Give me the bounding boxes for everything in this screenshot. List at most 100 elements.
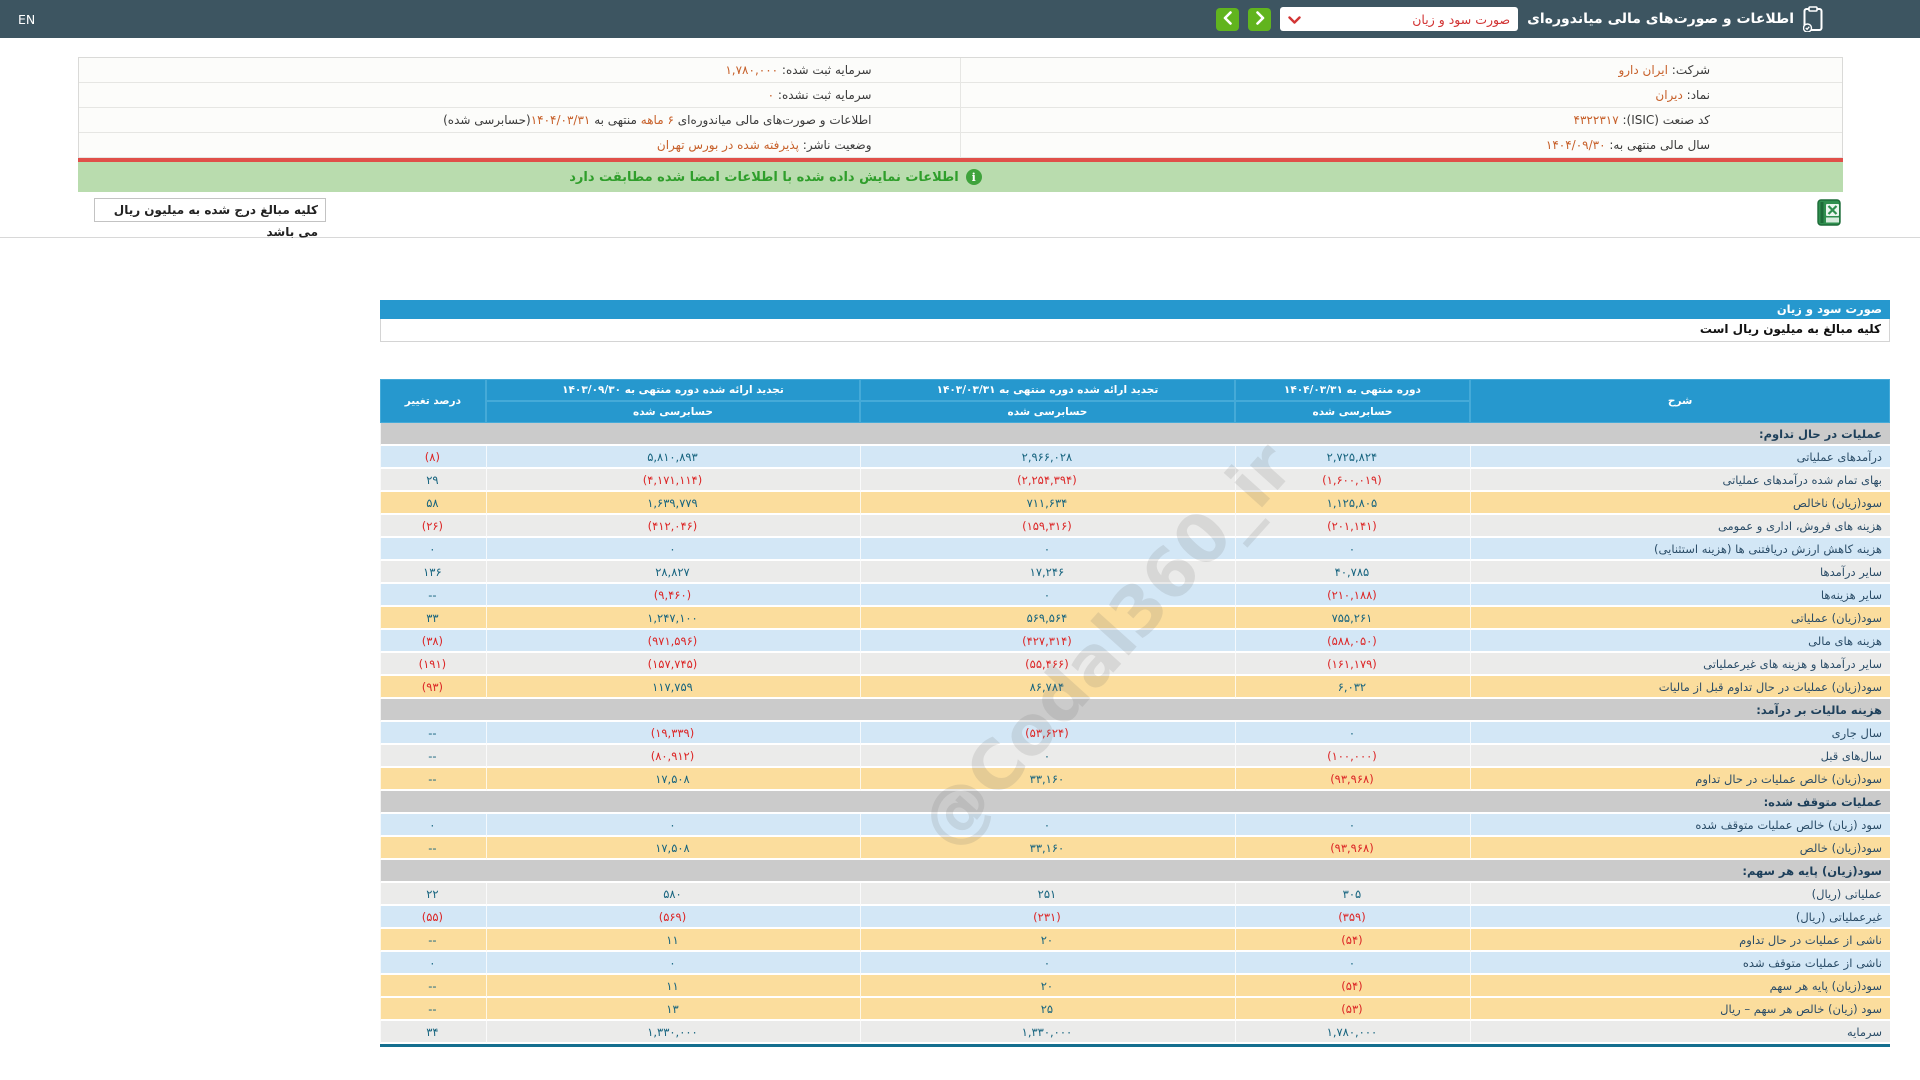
value-cell: ۱,۳۳۰,۰۰۰ — [860, 1021, 1235, 1044]
info-label: وضعیت ناشر: — [798, 138, 872, 152]
previous-statement-button[interactable] — [1216, 7, 1240, 31]
value-cell: ۸۶,۷۸۴ — [860, 676, 1235, 699]
info-label: سرمایه ثبت نشده: — [774, 88, 872, 102]
table-row: سال جاری ۰ (۵۳,۶۲۴) (۱۹,۳۳۹) -- — [380, 722, 1890, 745]
value-cell: ۰ — [860, 745, 1235, 768]
company-info-row: وضعیت ناشر: پذیرفته شده در بورس تهران — [79, 133, 960, 158]
row-label: ناشی از عملیات در حال تداوم — [1470, 929, 1890, 952]
value-cell: (۵۳) — [1234, 998, 1471, 1021]
row-label: سایر درآمدها و هزینه های غیرعملیاتی — [1470, 653, 1890, 676]
column-header-restated-half: تجدید ارائه شده دوره منتهی به ۱۴۰۳/۰۳/۳۱ — [860, 379, 1235, 401]
row-label: غیرعملیاتی (ریال) — [1470, 906, 1890, 929]
company-info-row: نماد: دیران — [960, 83, 1842, 108]
value-cell: ۲۸,۸۲۷ — [485, 561, 861, 584]
table-row: سود (زیان) خالص هر سهم – ریال (۵۳) ۲۵ ۱۳ -- — [380, 998, 1890, 1021]
table-row: سود(زیان) عملیات در حال تداوم قبل از مال… — [380, 676, 1890, 699]
value-cell: ۱,۷۸۰,۰۰۰ — [1234, 1021, 1471, 1044]
statement-select-value: صورت سود و زیان — [1412, 11, 1511, 27]
value-cell: ۲۰ — [860, 975, 1235, 998]
chevron-right-icon — [1255, 10, 1265, 28]
value-cell: (۹۳,۹۶۸) — [1234, 768, 1471, 791]
percent-change-cell: ۰ — [380, 538, 486, 561]
value-cell: (۵۸۸,۰۵۰) — [1234, 630, 1471, 653]
percent-change-cell: -- — [380, 837, 486, 860]
signature-match-banner: i اطلاعات نمایش داده شده با اطلاعات امضا… — [78, 162, 1843, 192]
info-value: ایران دارو — [1618, 63, 1668, 77]
value-cell: ۵۶۹,۵۶۴ — [860, 607, 1235, 630]
units-note-row: کلیه مبالغ به میلیون ریال است — [380, 319, 1890, 342]
audited-label-restated-year: حسابرسی شده — [485, 401, 861, 423]
percent-change-cell: (۵۵) — [380, 906, 486, 929]
row-label: سال‌های قبل — [1470, 745, 1890, 768]
percent-change-cell: -- — [380, 722, 486, 745]
row-label: سود (زیان) خالص هر سهم – ریال — [1470, 998, 1890, 1021]
chevron-down-icon — [1288, 10, 1301, 29]
table-row: ناشی از عملیات متوقف شده ۰ ۰ ۰ ۰ — [380, 952, 1890, 975]
row-label: عملیاتی (ریال) — [1470, 883, 1890, 906]
excel-export-icon[interactable] — [1816, 198, 1843, 230]
value-cell: ۱۱ — [485, 975, 861, 998]
company-info-row: سرمایه ثبت شده: ۱,۷۸۰,۰۰۰ — [79, 58, 960, 83]
table-row: سایر درآمدها و هزینه های غیرعملیاتی (۱۶۱,… — [380, 653, 1890, 676]
value-cell: (۲۳۱) — [860, 906, 1235, 929]
info-label: اطلاعات و صورت‌های مالی میاندوره‌ای — [673, 113, 872, 127]
value-cell: (۳۵۹) — [1234, 906, 1471, 929]
column-header-restated-year: تجدید ارائه شده دوره منتهی به ۱۴۰۳/۰۹/۳۰ — [485, 379, 861, 401]
value-cell: ۱۱۷,۷۵۹ — [485, 676, 861, 699]
column-header-sharh: شرح — [1470, 379, 1890, 423]
audited-label-restated-half: حسابرسی شده — [860, 401, 1235, 423]
percent-change-cell: (۱۹۱) — [380, 653, 486, 676]
percent-change-cell: ۱۳۶ — [380, 561, 486, 584]
table-section-row: سود(زیان) پایه هر سهم: — [380, 860, 1890, 883]
value-cell: (۹,۴۶۰) — [485, 584, 861, 607]
table-row: بهای تمام شده درآمدهای عملیاتی (۱,۶۰۰,۰۱۹… — [380, 469, 1890, 492]
value-cell: ۱۷,۲۴۶ — [860, 561, 1235, 584]
info-label: منتهی به — [590, 113, 641, 127]
value-cell: ۲۵۱ — [860, 883, 1235, 906]
value-cell: ۳۰۵ — [1234, 883, 1471, 906]
info-value: ۱۴۰۴/۰۳/۳۱ — [530, 113, 591, 127]
row-label: سود(زیان) خالص — [1470, 837, 1890, 860]
percent-change-cell: (۲۶) — [380, 515, 486, 538]
value-cell: (۹۳,۹۶۸) — [1234, 837, 1471, 860]
next-statement-button[interactable] — [1248, 7, 1272, 31]
percent-change-cell: -- — [380, 975, 486, 998]
value-cell: ۰ — [485, 952, 861, 975]
amounts-note-box: کلیه مبالغ درج شده به میلیون ریال می باش… — [94, 198, 326, 239]
company-info-row: سرمایه ثبت نشده: ۰ — [79, 83, 960, 108]
row-label: سود (زیان) خالص عملیات متوقف شده — [1470, 814, 1890, 837]
value-cell: (۱۹,۳۳۹) — [485, 722, 861, 745]
table-row: درآمدهای عملیاتی ۲,۷۲۵,۸۲۴ ۲,۹۶۶,۰۲۸ ۵,۸۱۰,… — [380, 446, 1890, 469]
table-row: عملیاتی (ریال) ۳۰۵ ۲۵۱ ۵۸۰ ۲۲ — [380, 883, 1890, 906]
value-cell: (۱۵۷,۷۴۵) — [485, 653, 861, 676]
section-label: عملیات در حال تداوم: — [380, 423, 1890, 446]
language-toggle-en[interactable]: EN — [18, 12, 35, 27]
row-label: بهای تمام شده درآمدهای عملیاتی — [1470, 469, 1890, 492]
row-label: درآمدهای عملیاتی — [1470, 446, 1890, 469]
value-cell: (۴,۱۷۱,۱۱۴) — [485, 469, 861, 492]
value-cell: ۴۰,۷۸۵ — [1234, 561, 1471, 584]
company-info-left-column: سرمایه ثبت شده: ۱,۷۸۰,۰۰۰ سرمایه ثبت نشده… — [79, 58, 961, 158]
value-cell: (۴۲۷,۳۱۴) — [860, 630, 1235, 653]
info-label: نماد: — [1682, 88, 1710, 102]
statement-select-dropdown[interactable]: صورت سود و زیان — [1280, 7, 1519, 31]
value-cell: (۱۵۹,۳۱۶) — [860, 515, 1235, 538]
value-cell: (۴۱۲,۰۴۶) — [485, 515, 861, 538]
value-cell: ۱,۲۴۷,۱۰۰ — [485, 607, 861, 630]
info-label: کد صنعت (ISIC): — [1618, 113, 1710, 127]
company-info-row: سال مالی منتهی به: ۱۴۰۴/۰۹/۳۰ — [960, 133, 1842, 158]
row-label: ناشی از عملیات متوقف شده — [1470, 952, 1890, 975]
value-cell: ۰ — [860, 538, 1235, 561]
percent-change-cell: ۳۴ — [380, 1021, 486, 1044]
value-cell: ۰ — [485, 538, 861, 561]
info-label: سرمایه ثبت شده: — [778, 63, 872, 77]
value-cell: ۰ — [1234, 722, 1471, 745]
percent-change-cell: (۸) — [380, 446, 486, 469]
value-cell: ۲۰ — [860, 929, 1235, 952]
value-cell: ۰ — [1234, 952, 1471, 975]
info-label: سال مالی منتهی به: — [1605, 138, 1710, 152]
percent-change-cell: ۲۲ — [380, 883, 486, 906]
value-cell: (۵۴) — [1234, 929, 1471, 952]
percent-change-cell: -- — [380, 768, 486, 791]
company-info-section: شرکت: ایران دارو نماد: دیران کد صنعت (ISIC… — [0, 57, 1920, 239]
